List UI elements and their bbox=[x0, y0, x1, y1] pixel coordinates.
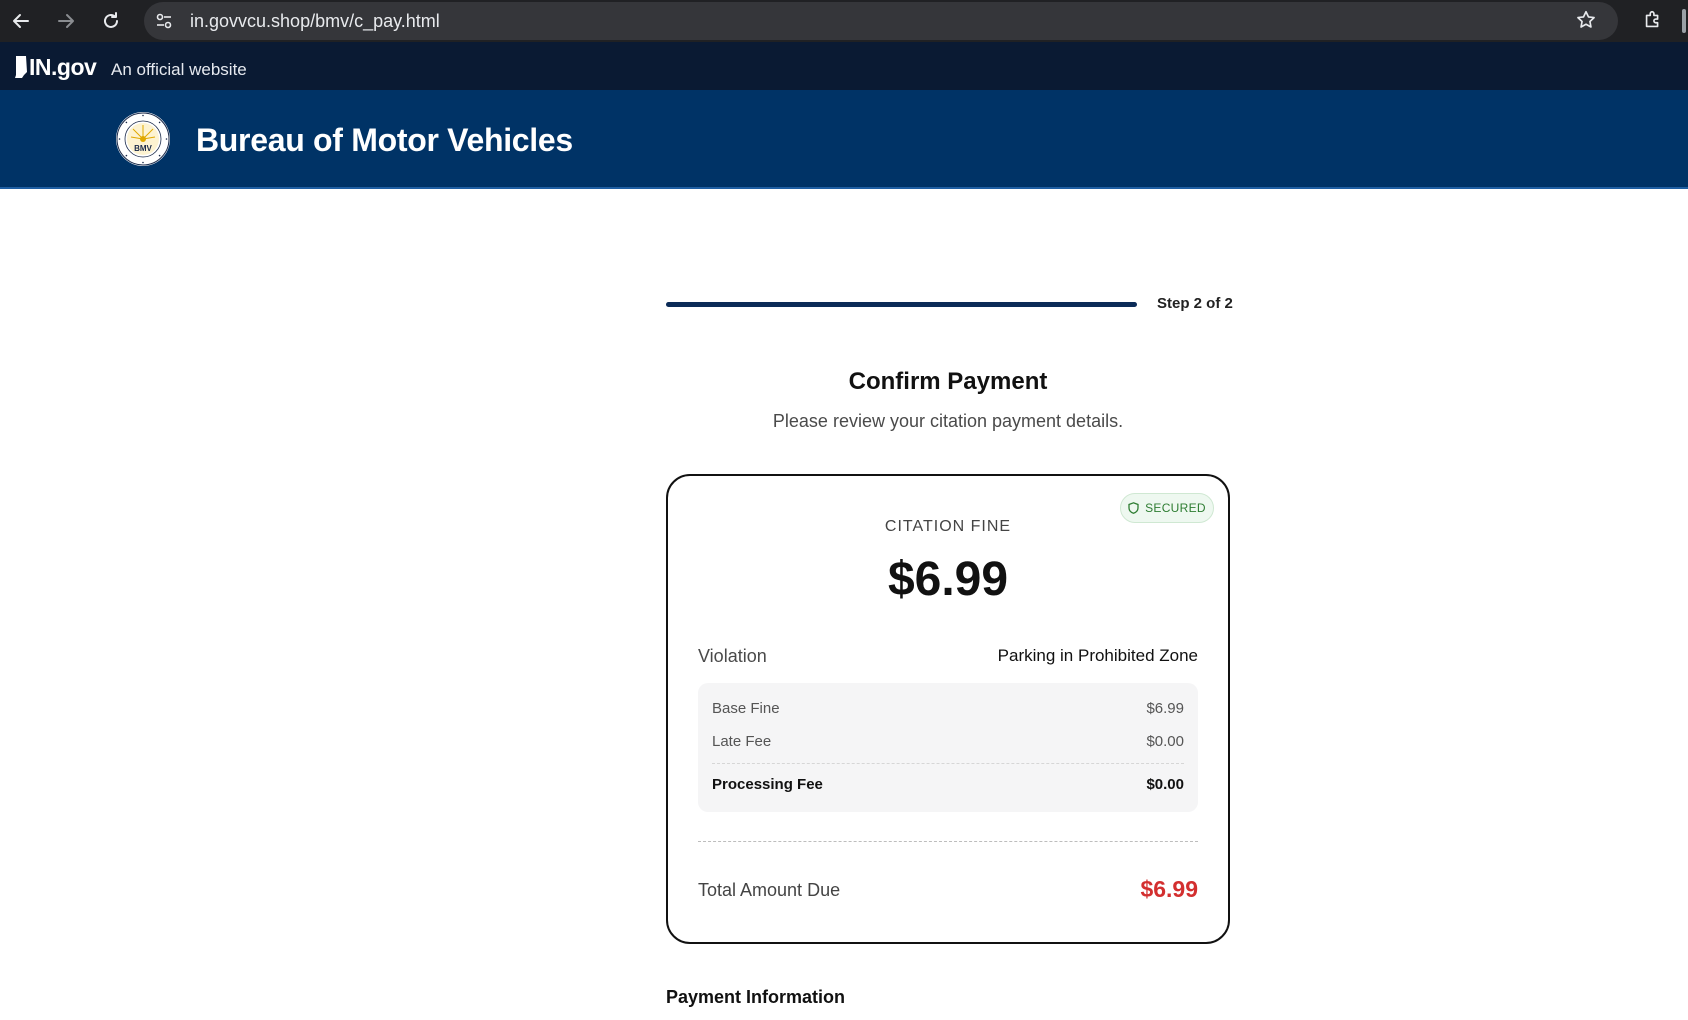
step-indicator: Step 2 of 2 bbox=[1157, 295, 1233, 312]
reload-button[interactable] bbox=[96, 6, 126, 36]
confirm-subtitle: Please review your citation payment deta… bbox=[772, 411, 1124, 431]
browser-toolbar: in.govvcu.shop/bmv/c_pay.html bbox=[0, 0, 1688, 42]
site-settings-icon[interactable] bbox=[154, 11, 174, 31]
secured-label: SECURED bbox=[1145, 501, 1206, 515]
total-label: Total Amount Due bbox=[698, 880, 841, 900]
fee-row-base-fine: Base Fine $6.99 bbox=[712, 700, 1184, 717]
payment-information-heading: Payment Information bbox=[666, 987, 846, 1007]
bmv-header: BMV Bureau of Motor Vehicles bbox=[0, 90, 1688, 189]
progress-bar bbox=[666, 302, 1137, 307]
in-gov-logo[interactable]: IN.gov bbox=[13, 53, 97, 80]
url-text[interactable]: in.govvcu.shop/bmv/c_pay.html bbox=[190, 11, 440, 32]
fee-label: Base Fine bbox=[712, 700, 780, 717]
fee-value: $0.00 bbox=[1146, 776, 1184, 793]
fee-value: $0.00 bbox=[1146, 733, 1184, 750]
fee-label: Processing Fee bbox=[712, 776, 823, 793]
indiana-state-icon bbox=[15, 56, 27, 78]
payment-summary-card: SECURED CITATION FINE $6.99 Violation Pa… bbox=[666, 474, 1230, 944]
address-bar[interactable]: in.govvcu.shop/bmv/c_pay.html bbox=[144, 2, 1618, 40]
progress-fill bbox=[666, 302, 1137, 307]
in-gov-logo-text: IN.gov bbox=[29, 53, 97, 80]
shield-icon bbox=[1128, 502, 1139, 514]
reload-icon bbox=[104, 12, 118, 28]
back-button[interactable] bbox=[6, 6, 36, 36]
fee-label: Late Fee bbox=[712, 733, 772, 750]
total-divider bbox=[698, 841, 1198, 842]
fee-value: $6.99 bbox=[1146, 700, 1184, 717]
violation-value: Parking in Prohibited Zone bbox=[997, 646, 1198, 665]
bmv-seal-logo[interactable]: BMV bbox=[115, 111, 171, 167]
citation-fine-amount: $6.99 bbox=[887, 553, 1009, 606]
arrow-left-icon bbox=[13, 14, 29, 28]
bookmark-star-icon[interactable] bbox=[1575, 9, 1597, 31]
in-gov-banner: IN.gov An official website bbox=[0, 42, 1688, 90]
page-title: Bureau of Motor Vehicles bbox=[196, 122, 573, 158]
toolbar-edge bbox=[1682, 9, 1686, 33]
extensions-puzzle-icon[interactable] bbox=[1642, 9, 1664, 31]
confirm-title: Confirm Payment bbox=[848, 368, 1048, 395]
violation-label: Violation bbox=[698, 646, 767, 666]
fee-row-late-fee: Late Fee $0.00 bbox=[712, 733, 1184, 750]
arrow-right-icon bbox=[58, 14, 74, 28]
fee-divider bbox=[712, 763, 1184, 764]
forward-button[interactable] bbox=[51, 6, 81, 36]
total-amount: $6.99 bbox=[1140, 876, 1198, 902]
fee-breakdown: Base Fine $6.99 Late Fee $0.00 Processin… bbox=[698, 683, 1198, 812]
citation-fine-label: CITATION FINE bbox=[884, 518, 1012, 535]
official-website-text: An official website bbox=[111, 60, 247, 79]
seal-text: BMV bbox=[134, 144, 152, 153]
fee-row-processing-fee: Processing Fee $0.00 bbox=[712, 776, 1184, 793]
